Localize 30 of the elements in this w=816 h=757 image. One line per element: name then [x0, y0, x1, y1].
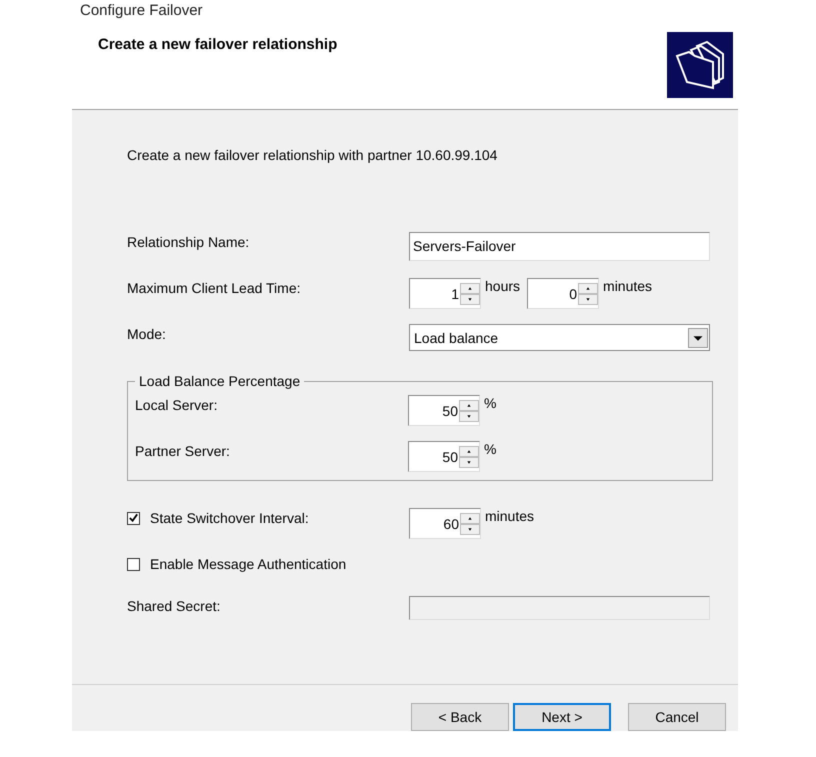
unit-label: %: [483, 395, 496, 411]
number-spinner[interactable]: 50: [408, 395, 480, 426]
number-spinner[interactable]: 60: [409, 508, 481, 539]
wizard-button[interactable]: Cancel: [628, 703, 726, 731]
checkbox[interactable]: [127, 558, 140, 570]
wizard-button[interactable]: Next >: [513, 703, 611, 731]
field-label: Maximum Client Lead Time:: [127, 279, 302, 296]
wizard-button[interactable]: < Back: [411, 703, 509, 731]
field-label: Shared Secret:: [127, 597, 222, 614]
name-field[interactable]: Servers-Failover: [409, 232, 710, 261]
number-spinner[interactable]: 1: [409, 278, 481, 309]
folders-icon: [667, 32, 733, 98]
field-label: Mode:: [127, 325, 167, 342]
mode-dropdown[interactable]: Load balance: [409, 324, 710, 351]
field-label: Partner Server:: [134, 442, 231, 459]
number-spinner[interactable]: 50: [408, 441, 480, 472]
page-heading: Create a new failover relationship: [98, 36, 338, 53]
field-label: Relationship Name:: [127, 233, 250, 250]
unit-label: %: [483, 441, 496, 457]
unit-label: minutes: [484, 508, 534, 524]
checkbox[interactable]: [127, 512, 140, 524]
intro-text: Create a new failover relationship with partner 10.60.99.104: [127, 147, 498, 163]
group-title: Load Balance Percentage: [135, 373, 304, 389]
window-title: Configure Failover: [80, 1, 204, 19]
unit-label: minutes: [602, 278, 652, 294]
field-label: Local Server:: [134, 396, 218, 413]
number-spinner[interactable]: 0: [527, 278, 600, 309]
checkbox-label: Enable Message Authentication: [150, 556, 346, 572]
unit-label: hours: [484, 278, 520, 294]
checkbox-label: State Switchover Interval:: [150, 510, 309, 526]
